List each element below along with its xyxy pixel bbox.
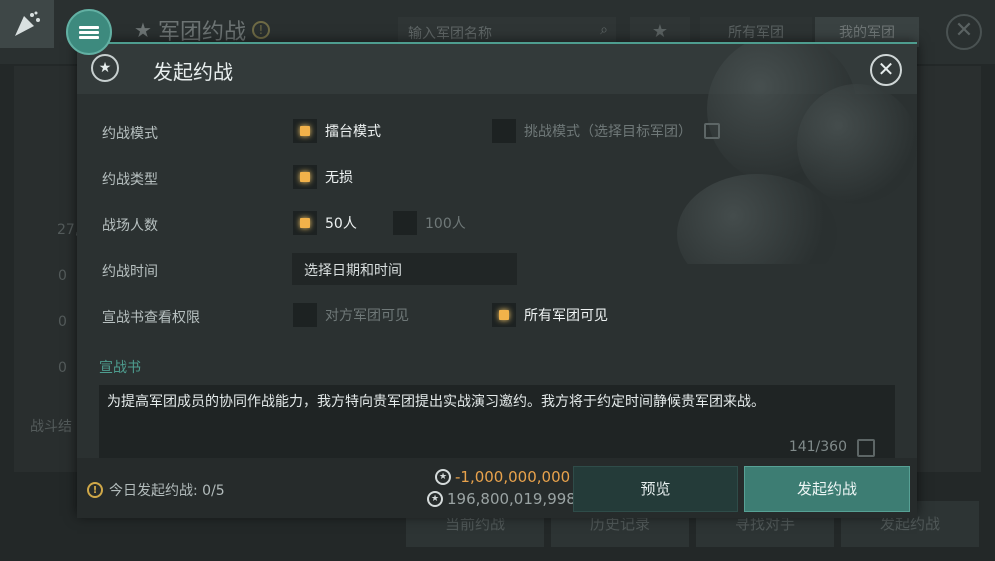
launch-battle-dialog: ★ 发起约战 ✕ 约战模式 擂台模式 挑战模式（选择目标军团） 约战类型 无损 … <box>77 42 917 518</box>
dialog-footer: ! 今日发起约战: 0/5 ★ -1,000,000,000 ★ 196,800… <box>77 458 917 518</box>
option-label: 无损 <box>325 170 353 186</box>
option-lossless[interactable]: 无损 <box>293 165 353 189</box>
checkbox[interactable] <box>293 211 317 235</box>
left-value: 0 <box>58 360 67 376</box>
edit-icon[interactable] <box>704 123 720 139</box>
checkbox[interactable] <box>492 119 516 143</box>
search-placeholder: 输入军团名称 <box>408 26 492 42</box>
menu-button[interactable] <box>66 9 112 55</box>
option-100-players[interactable]: 100人 <box>393 211 466 235</box>
battle-type-label: 约战类型 <box>102 172 158 188</box>
checkbox[interactable] <box>293 165 317 189</box>
option-challenge-mode[interactable]: 挑战模式（选择目标军团） <box>492 119 720 143</box>
option-opponent-visible[interactable]: 对方军团可见 <box>293 303 409 327</box>
star-badge-icon: ★ <box>91 54 119 82</box>
declaration-label: 宣战书 <box>99 360 141 376</box>
daily-limit-text: 今日发起约战: 0/5 <box>109 483 225 499</box>
cost: ★ -1,000,000,000 <box>435 468 570 486</box>
balance: ★ 196,800,019,998 <box>427 490 576 508</box>
left-value: 0 <box>58 268 67 284</box>
coin-icon: ★ <box>427 491 443 507</box>
star-icon: ★ <box>651 21 669 42</box>
left-label: 战斗结 <box>30 419 72 435</box>
screen: ★ 军团约战 ! 输入军团名称 ⌕ ★ 所有军团 我的军团 ✕ 27, 0 0 … <box>0 0 995 561</box>
option-all-visible[interactable]: 所有军团可见 <box>492 303 608 327</box>
warning-icon: ! <box>87 482 103 498</box>
star-badge-icon: ★ <box>134 18 152 42</box>
battle-time-label: 约战时间 <box>102 264 158 280</box>
checkbox[interactable] <box>293 303 317 327</box>
option-label: 挑战模式（选择目标军团） <box>524 124 692 140</box>
date-time-picker[interactable]: 选择日期和时间 <box>292 253 517 285</box>
checkbox[interactable] <box>492 303 516 327</box>
option-arena-mode[interactable]: 擂台模式 <box>293 119 381 143</box>
option-label: 所有军团可见 <box>524 308 608 324</box>
character-count: 141/360 <box>788 439 847 455</box>
option-label: 对方军团可见 <box>325 308 409 324</box>
left-panel <box>14 66 80 472</box>
declaration-visibility-label: 宣战书查看权限 <box>102 310 200 326</box>
option-50-players[interactable]: 50人 <box>293 211 357 235</box>
option-label: 100人 <box>425 216 466 232</box>
menu-icon <box>79 24 99 41</box>
option-label: 擂台模式 <box>325 124 381 140</box>
edit-icon[interactable] <box>857 439 875 457</box>
player-count-label: 战场人数 <box>102 218 158 234</box>
dialog-title: 发起约战 <box>153 60 233 84</box>
launch-battle-button[interactable]: 发起约战 <box>744 466 910 512</box>
checkbox[interactable] <box>293 119 317 143</box>
option-label: 50人 <box>325 216 357 232</box>
balance-value: 196,800,019,998 <box>447 490 576 508</box>
dialog-header: ★ 发起约战 ✕ <box>77 44 917 94</box>
celebration-icon[interactable] <box>0 0 54 48</box>
declaration-text: 为提高军团成员的协同作战能力，我方特向贵军团提出实战演习邀约。我方将于约定时间静… <box>107 394 765 410</box>
right-panel <box>915 66 981 472</box>
daily-limit: ! 今日发起约战: 0/5 <box>87 480 225 500</box>
search-icon[interactable]: ⌕ <box>600 22 608 38</box>
battle-mode-label: 约战模式 <box>102 126 158 142</box>
left-value: 27, <box>57 222 80 238</box>
info-icon[interactable]: ! <box>251 21 270 39</box>
page-close-icon[interactable]: ✕ <box>946 14 982 50</box>
close-icon[interactable]: ✕ <box>870 54 902 86</box>
left-value: 0 <box>58 314 67 330</box>
coin-icon: ★ <box>435 469 451 485</box>
cost-value: -1,000,000,000 <box>455 468 571 486</box>
preview-button[interactable]: 预览 <box>573 466 738 512</box>
declaration-textarea[interactable]: 为提高军团成员的协同作战能力，我方特向贵军团提出实战演习邀约。我方将于约定时间静… <box>99 385 895 459</box>
checkbox[interactable] <box>393 211 417 235</box>
